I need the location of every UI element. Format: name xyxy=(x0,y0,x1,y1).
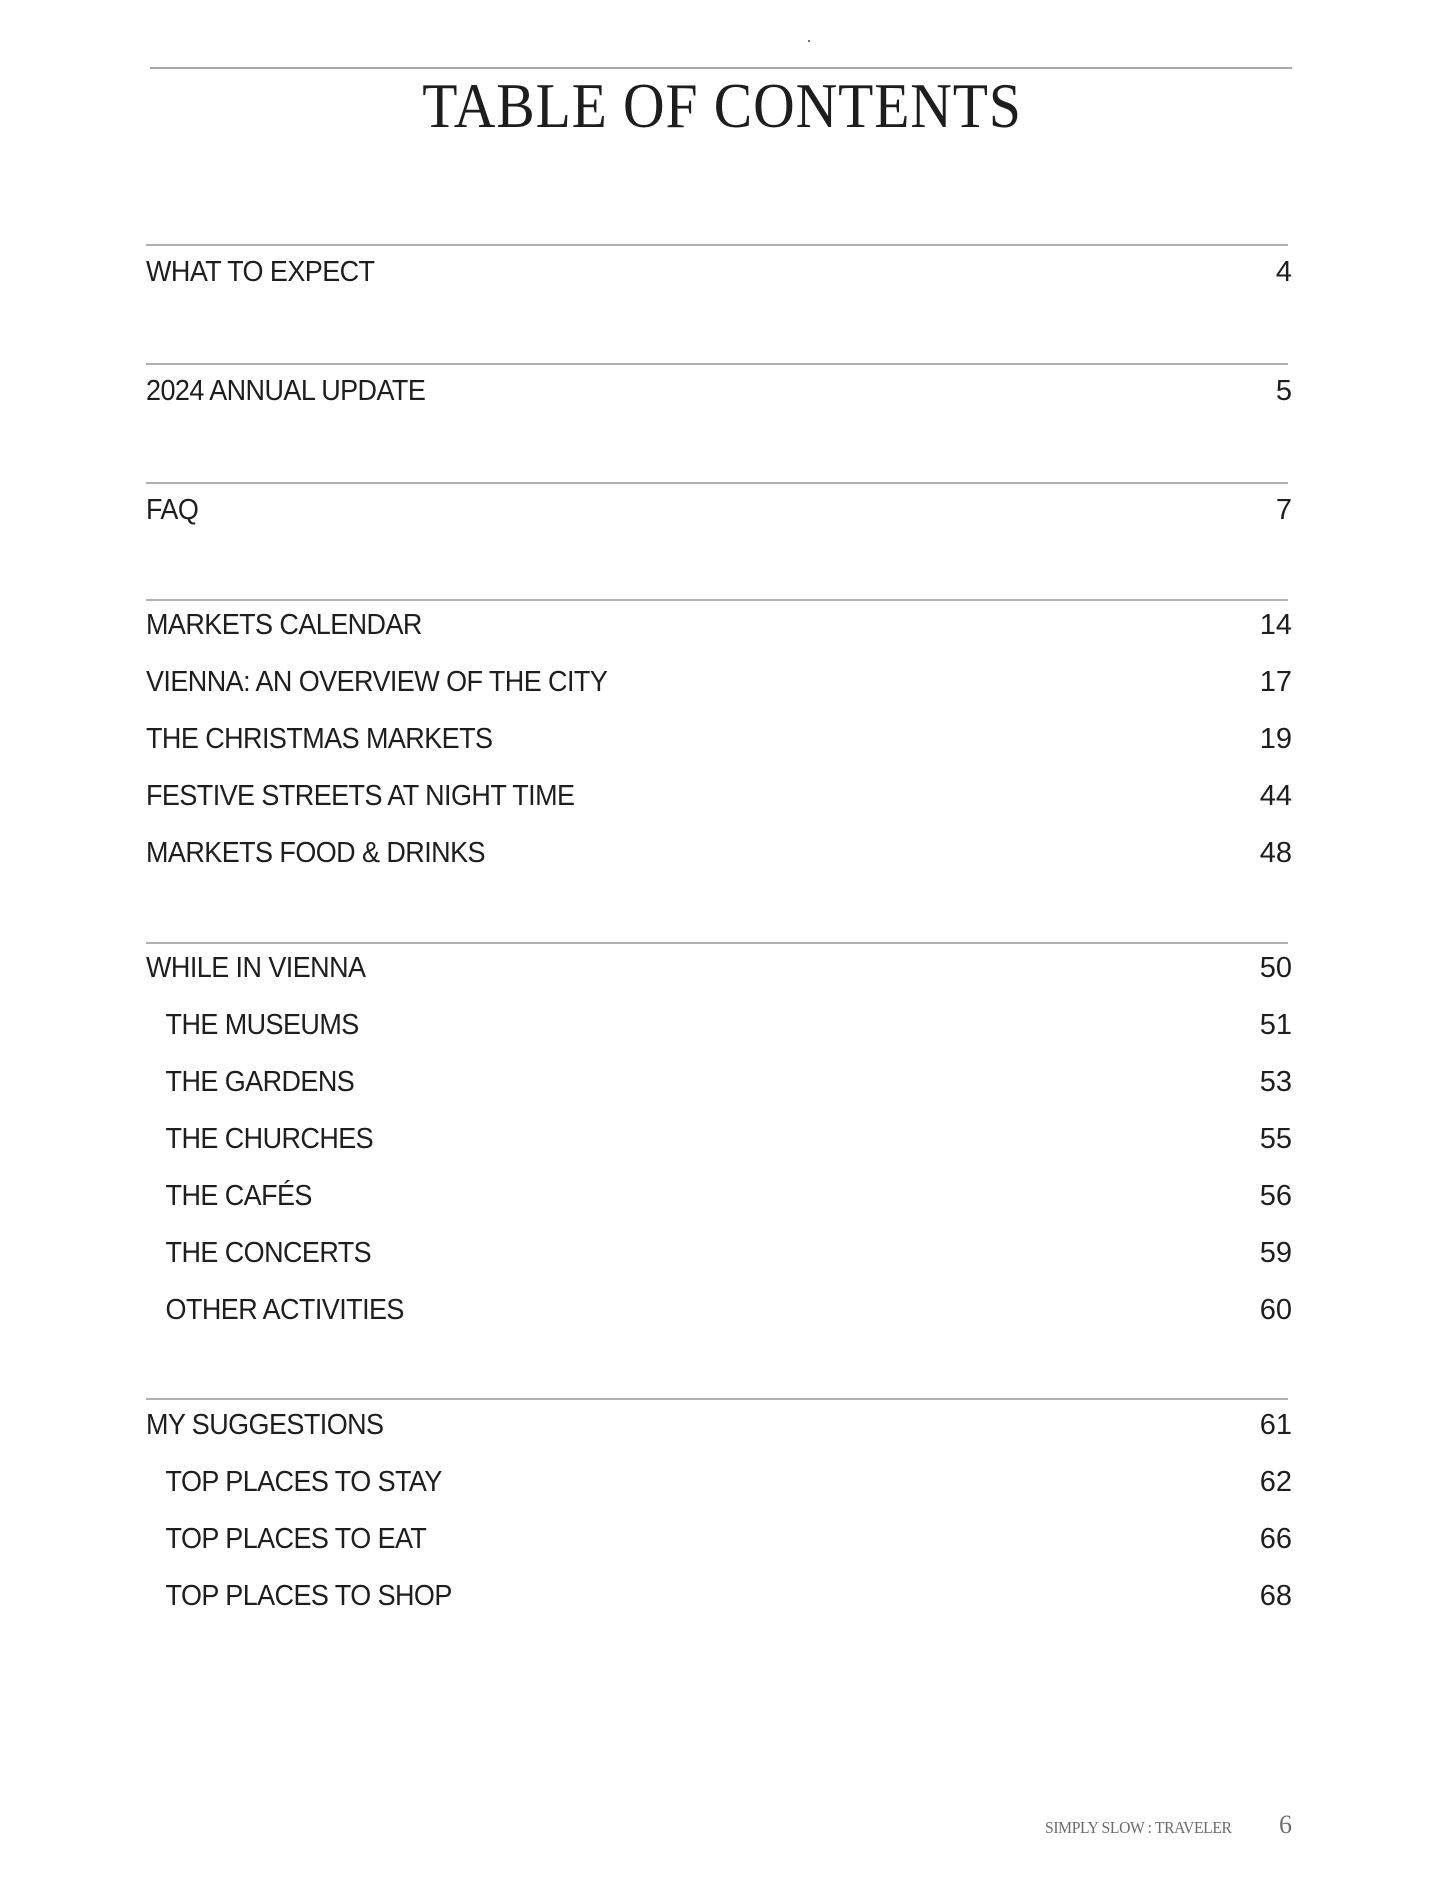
page-footer: SIMPLY SLOW : TRAVELER 6 xyxy=(1040,1808,1292,1838)
toc-entry-title: FESTIVE STREETS AT NIGHT TIME xyxy=(146,780,575,812)
toc-subentry[interactable]: OTHER ACTIVITIES 60 xyxy=(146,1290,1292,1330)
toc-entry-page-number: 48 xyxy=(1259,837,1292,869)
toc-entry-title: THE CHRISTMAS MARKETS xyxy=(146,723,493,755)
toc-entry[interactable]: 2024 ANNUAL UPDATE 5 xyxy=(146,371,1292,411)
header-rule xyxy=(150,67,1292,69)
toc-entry-page-number: 55 xyxy=(1259,1123,1292,1155)
toc-entry[interactable]: MARKETS CALENDAR 14 xyxy=(146,605,1292,645)
toc-subentry[interactable]: TOP PLACES TO EAT 66 xyxy=(146,1519,1292,1559)
toc-entry-title: OTHER ACTIVITIES xyxy=(165,1294,405,1326)
toc-entry-page-number: 60 xyxy=(1259,1294,1292,1326)
toc-subentry[interactable]: TOP PLACES TO SHOP 68 xyxy=(146,1576,1292,1616)
toc-entry-page-number: 53 xyxy=(1259,1066,1292,1098)
toc-entry-page-number: 17 xyxy=(1259,666,1292,698)
page-title: TABLE OF CONTENTS xyxy=(0,70,1445,142)
toc-entry-title: 2024 ANNUAL UPDATE xyxy=(146,375,426,407)
toc-subentry[interactable]: THE MUSEUMS 51 xyxy=(146,1005,1292,1045)
toc-page: TABLE OF CONTENTS WHAT TO EXPECT 4 2024 AN… xyxy=(0,0,1445,1893)
toc-entry[interactable]: VIENNA: AN OVERVIEW OF THE CITY 17 xyxy=(146,662,1292,702)
toc-entry-page-number: 5 xyxy=(1275,375,1292,407)
toc-entry-page-number: 51 xyxy=(1259,1009,1292,1041)
toc-entry-page-number: 14 xyxy=(1259,609,1292,641)
toc-entry-title: MARKETS FOOD & DRINKS xyxy=(146,837,486,869)
toc-entry-title: FAQ xyxy=(146,494,199,526)
toc-entry-page-number: 50 xyxy=(1259,952,1292,984)
toc-entry[interactable]: FAQ 7 xyxy=(146,490,1292,530)
toc-entry-title: THE GARDENS xyxy=(165,1066,355,1098)
page-title-text: TABLE OF CONTENTS xyxy=(422,70,1023,141)
header-mark xyxy=(808,40,810,42)
toc-entry-title: VIENNA: AN OVERVIEW OF THE CITY xyxy=(146,666,608,698)
section-divider xyxy=(146,1398,1288,1400)
section-divider xyxy=(146,482,1288,484)
toc-entry-page-number: 59 xyxy=(1259,1237,1292,1269)
toc-entry-page-number: 61 xyxy=(1259,1409,1292,1441)
toc-subentry[interactable]: THE CONCERTS 59 xyxy=(146,1233,1292,1273)
toc-entry-title: THE CAFÉS xyxy=(165,1180,313,1212)
toc-entry-page-number: 4 xyxy=(1275,256,1292,288)
toc-entry-title: THE MUSEUMS xyxy=(165,1009,360,1041)
toc-entry-page-number: 62 xyxy=(1259,1466,1292,1498)
toc-entry-page-number: 66 xyxy=(1259,1523,1292,1555)
toc-entry-page-number: 44 xyxy=(1259,780,1292,812)
section-divider xyxy=(146,942,1288,944)
toc-entry-title: TOP PLACES TO STAY xyxy=(165,1466,443,1498)
toc-entry-title: TOP PLACES TO SHOP xyxy=(165,1580,453,1612)
section-divider xyxy=(146,244,1288,246)
toc-subentry[interactable]: THE CHURCHES 55 xyxy=(146,1119,1292,1159)
section-divider xyxy=(146,599,1288,601)
toc-entry-title: MY SUGGESTIONS xyxy=(146,1409,384,1441)
toc-entry-title: THE CHURCHES xyxy=(165,1123,374,1155)
toc-entry[interactable]: FESTIVE STREETS AT NIGHT TIME 44 xyxy=(146,776,1292,816)
toc-subentry[interactable]: THE GARDENS 53 xyxy=(146,1062,1292,1102)
toc-entry-page-number: 19 xyxy=(1259,723,1292,755)
footer-brand: SIMPLY SLOW : TRAVELER xyxy=(1045,1818,1232,1837)
toc-subentry[interactable]: THE CAFÉS 56 xyxy=(146,1176,1292,1216)
toc-entry-page-number: 7 xyxy=(1275,494,1292,526)
toc-entry[interactable]: MY SUGGESTIONS 61 xyxy=(146,1405,1292,1445)
toc-entry-page-number: 68 xyxy=(1259,1580,1292,1612)
section-divider xyxy=(146,363,1288,365)
footer-page-number: 6 xyxy=(1279,1810,1292,1839)
toc-entry[interactable]: WHAT TO EXPECT 4 xyxy=(146,252,1292,292)
toc-entry-title: MARKETS CALENDAR xyxy=(146,609,422,641)
toc-entry-title: THE CONCERTS xyxy=(165,1237,372,1269)
toc-entry[interactable]: MARKETS FOOD & DRINKS 48 xyxy=(146,833,1292,873)
toc-entry[interactable]: THE CHRISTMAS MARKETS 19 xyxy=(146,719,1292,759)
toc-entry[interactable]: WHILE IN VIENNA 50 xyxy=(146,948,1292,988)
toc-entry-page-number: 56 xyxy=(1259,1180,1292,1212)
toc-entry-title: WHILE IN VIENNA xyxy=(146,952,366,984)
toc-entry-title: WHAT TO EXPECT xyxy=(146,256,375,288)
toc-entry-title: TOP PLACES TO EAT xyxy=(165,1523,427,1555)
toc-subentry[interactable]: TOP PLACES TO STAY 62 xyxy=(146,1462,1292,1502)
